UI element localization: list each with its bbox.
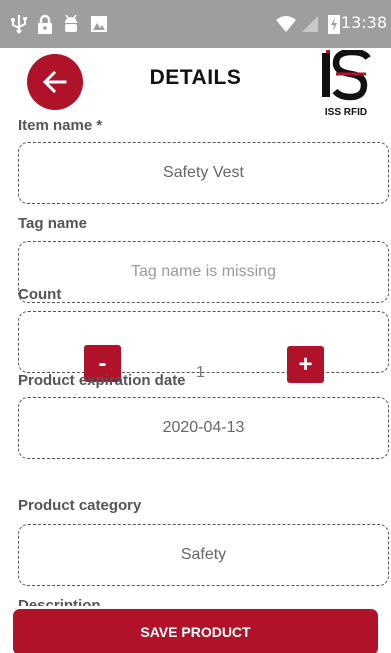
tag-name-field[interactable]: Tag name is missing: [18, 241, 389, 303]
status-time: 13:38: [340, 13, 387, 32]
lock-icon: [38, 14, 52, 34]
logo-text: ISS RFID: [324, 107, 368, 118]
count-value: 1: [196, 364, 205, 381]
wifi-icon: [276, 16, 296, 32]
tag-name-label: Tag name: [18, 215, 87, 232]
increment-button[interactable]: +: [287, 346, 324, 383]
item-name-label: Item name *: [18, 117, 103, 134]
no-signal-icon: [302, 16, 318, 32]
category-label: Product category: [18, 497, 142, 514]
android-debug-icon: [65, 14, 77, 32]
image-icon: [91, 16, 107, 32]
iss-rfid-logo: ISS RFID: [316, 48, 376, 118]
item-name-value: Safety Vest: [163, 164, 244, 181]
count-label: Count: [18, 286, 62, 303]
expiration-date-value: 2020-04-13: [162, 419, 245, 436]
category-value: Safety: [180, 546, 227, 563]
logo-mark-icon: [322, 48, 371, 101]
category-field[interactable]: Safety: [18, 524, 389, 586]
usb-icon: [11, 15, 27, 34]
tag-name-placeholder: Tag name is missing: [131, 263, 276, 280]
status-bar: 13:38: [0, 0, 391, 48]
expiration-date-field[interactable]: 2020-04-13: [18, 397, 389, 459]
save-product-button[interactable]: SAVE PRODUCT: [13, 609, 378, 653]
item-name-field[interactable]: Safety Vest: [18, 142, 389, 204]
description-label: Description: [18, 598, 101, 606]
expiration-label: Product expiration date: [18, 372, 186, 389]
